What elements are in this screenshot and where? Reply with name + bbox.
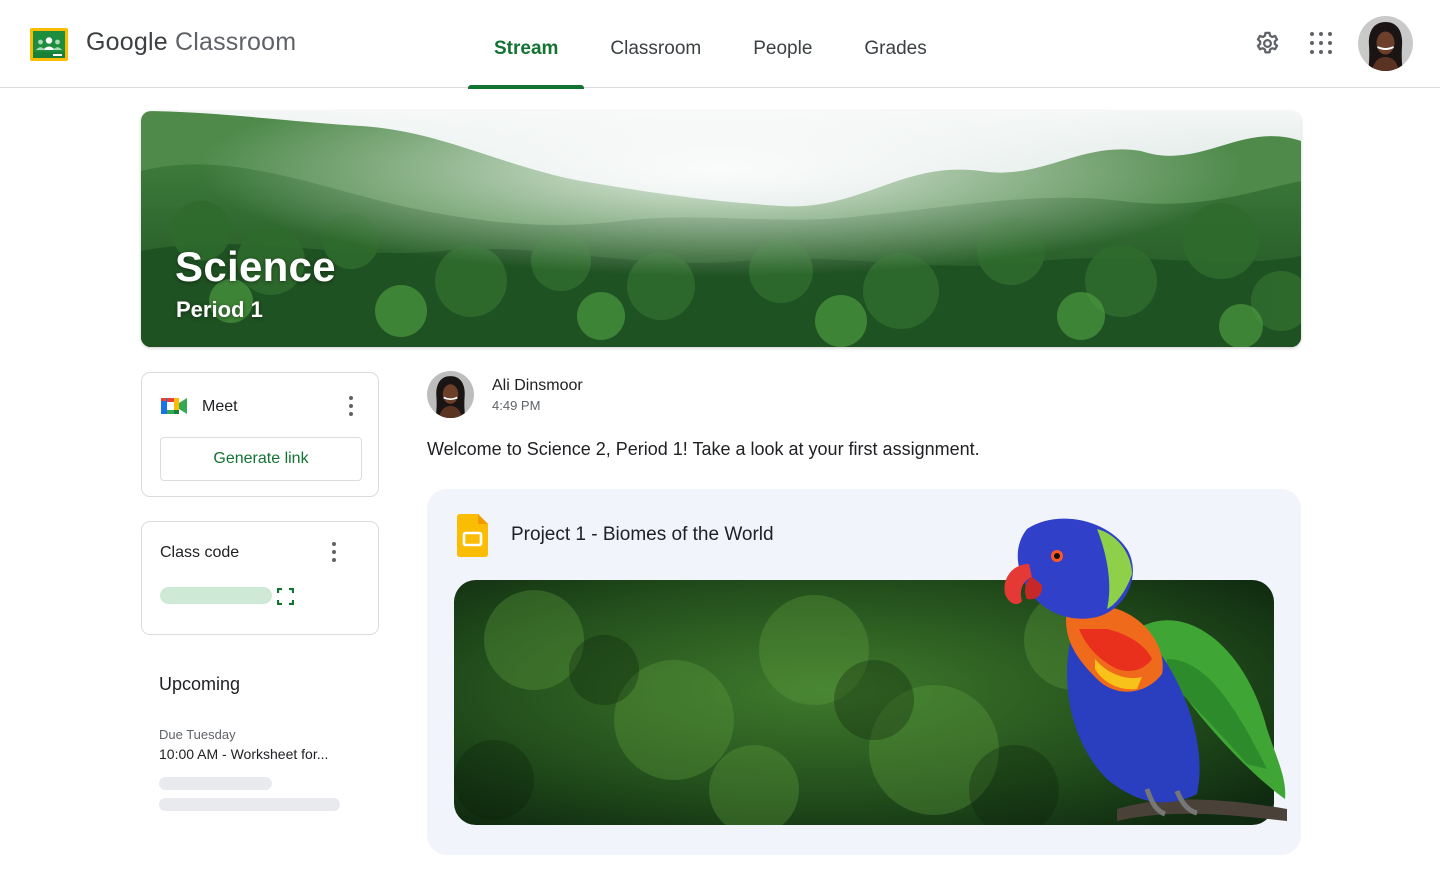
main-tabs: Stream Classroom People Grades: [468, 0, 953, 89]
meet-card: Meet Generate link: [141, 372, 379, 497]
class-code-more-options-icon[interactable]: [331, 542, 337, 562]
upcoming-skeleton-line: [159, 798, 340, 811]
course-period: Period 1: [176, 297, 263, 322]
google-slides-icon: [457, 514, 488, 557]
app-title[interactable]: Google Classroom: [86, 28, 296, 57]
post-author-name: Ali Dinsmoor: [492, 377, 583, 394]
meet-label: Meet: [202, 398, 238, 415]
upcoming-title: Upcoming: [159, 674, 241, 694]
post-body-text: Welcome to Science 2, Period 1! Take a l…: [427, 439, 980, 459]
tab-grades[interactable]: Grades: [838, 0, 952, 88]
generate-link-button[interactable]: Generate link: [160, 437, 362, 481]
course-title: Science: [175, 243, 336, 290]
class-code-card: Class code: [141, 521, 379, 635]
tab-stream[interactable]: Stream: [468, 0, 585, 89]
class-code-value-placeholder: [160, 587, 272, 604]
assignment-attachment-card[interactable]: Project 1 - Biomes of the World: [427, 489, 1301, 855]
google-classroom-logo-icon[interactable]: [30, 28, 68, 61]
class-code-label: Class code: [160, 544, 240, 561]
fullscreen-icon[interactable]: [277, 588, 294, 605]
tab-classroom[interactable]: Classroom: [584, 0, 727, 88]
apps-grid-icon[interactable]: [1310, 32, 1332, 54]
rainforest-banner-image: [141, 111, 1301, 347]
top-app-bar: Google Classroom Stream Classroom People…: [0, 0, 1440, 89]
google-meet-icon: [161, 398, 187, 414]
app-title-google: Google: [86, 28, 168, 56]
meet-more-options-icon[interactable]: [348, 396, 354, 416]
app-title-classroom: Classroom: [174, 28, 297, 56]
upcoming-item-link[interactable]: 10:00 AM - Worksheet for...: [159, 746, 328, 762]
post-timestamp: 4:49 PM: [492, 398, 541, 413]
settings-gear-icon[interactable]: [1254, 30, 1281, 57]
account-avatar[interactable]: [1358, 16, 1413, 71]
upcoming-skeleton-line: [159, 777, 272, 790]
post-author-avatar[interactable]: [427, 371, 474, 418]
tab-people[interactable]: People: [727, 0, 838, 88]
attachment-title: Project 1 - Biomes of the World: [511, 524, 774, 545]
upcoming-due-day: Due Tuesday: [159, 727, 236, 742]
rainbow-lorikeet-image: [1004, 518, 1287, 821]
course-banner: Science Period 1: [141, 111, 1301, 347]
